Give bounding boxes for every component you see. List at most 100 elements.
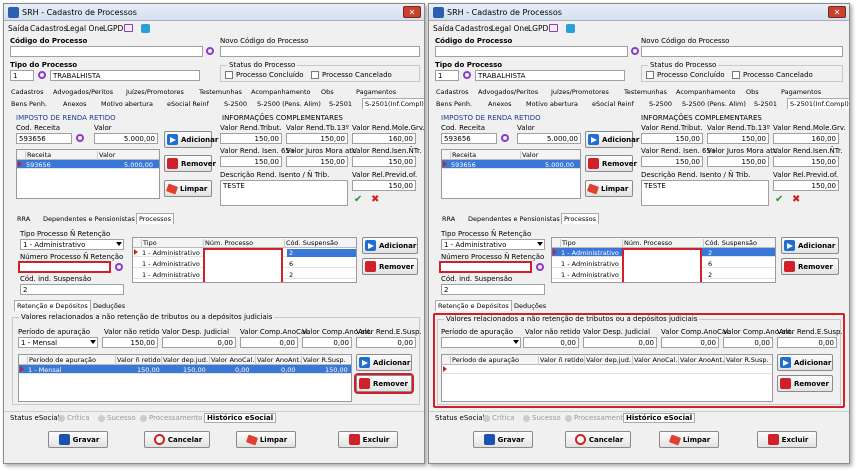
tab-s2500-pens[interactable]: S-2500 (Pens. Alim) xyxy=(254,98,324,109)
novo-codigo-input[interactable] xyxy=(641,46,843,57)
tab-obs[interactable]: Obs xyxy=(318,86,337,97)
tab-rra[interactable]: RRA xyxy=(439,213,458,224)
descricao-input[interactable]: TESTE xyxy=(220,180,348,206)
concluido-checkbox[interactable] xyxy=(225,71,233,79)
chat-icon[interactable] xyxy=(124,24,133,32)
excluir-button[interactable]: Excluir xyxy=(338,431,398,448)
proc-adicionar-button[interactable]: Adicionar xyxy=(781,237,839,254)
rend-isen-input[interactable]: 150,00 xyxy=(641,156,703,167)
tab-advogados[interactable]: Advogados/Peritos xyxy=(475,86,541,97)
tab-esocial-reinf[interactable]: eSocial Reinf xyxy=(164,98,212,109)
cod-receita-input[interactable]: 593656 xyxy=(441,133,497,144)
tab-retencao[interactable]: Retenção e Depósitos xyxy=(14,300,91,311)
tipo-ret-select[interactable]: 1 - Administrativo xyxy=(441,239,545,250)
tab-pagamentos[interactable]: Pagamentos xyxy=(353,86,399,97)
cancelado-checkbox[interactable] xyxy=(311,71,319,79)
tab-s2501-compl[interactable]: S-2501(Inf.Compl) xyxy=(362,98,424,109)
tab-dependentes[interactable]: Dependentes e Pensionistas xyxy=(465,213,563,224)
tab-retencao[interactable]: Retenção e Depósitos xyxy=(435,300,512,311)
menu-saida[interactable]: Saída xyxy=(8,24,29,33)
tab-dependentes[interactable]: Dependentes e Pensionistas xyxy=(40,213,138,224)
retencao-grid[interactable]: Período de apuração Valor ñ retido Valor d… xyxy=(441,354,773,402)
menu-legal-one[interactable]: Legal One xyxy=(66,24,104,33)
periodo-select[interactable] xyxy=(441,337,521,348)
tab-cadastros[interactable]: Cadastros xyxy=(433,86,471,97)
periodo-select[interactable]: 1 - Mensal xyxy=(18,337,98,348)
cancel-icon[interactable]: ✖ xyxy=(371,194,379,205)
menu-lgpd[interactable]: LGPD xyxy=(103,24,123,33)
excluir-button[interactable]: Excluir xyxy=(757,431,817,448)
search-icon[interactable] xyxy=(631,47,639,55)
tab-s2501[interactable]: S-2501 xyxy=(751,98,780,109)
tab-bens[interactable]: Bens Penh. xyxy=(433,98,475,109)
tipo-ret-select[interactable]: 1 - Administrativo xyxy=(20,239,124,250)
rend-susp-input[interactable]: 0,00 xyxy=(777,337,837,348)
ir-limpar-button[interactable]: Limpar xyxy=(164,180,212,197)
tab-motivo[interactable]: Motivo abertura xyxy=(523,98,581,109)
search-icon[interactable] xyxy=(206,47,214,55)
tipo-code-input[interactable]: 1 xyxy=(10,70,34,81)
tab-pagamentos[interactable]: Pagamentos xyxy=(778,86,824,97)
tab-deducoes[interactable]: Deduções xyxy=(90,300,128,311)
nao-retido-input[interactable]: 0,00 xyxy=(523,337,579,348)
ir-grid[interactable]: Receita Valor 593656 5.000,00 xyxy=(16,149,160,199)
tab-motivo[interactable]: Motivo abertura xyxy=(98,98,156,109)
tab-s2501-compl[interactable]: S-2501(Inf.Compl) xyxy=(787,98,849,109)
valor-input[interactable]: 5.000,00 xyxy=(517,133,581,144)
ir-limpar-button[interactable]: Limpar xyxy=(585,180,633,197)
proc-grid[interactable]: Tipo Núm. Processo Cód. Suspensão 1 - Admi… xyxy=(132,237,357,283)
juros-mora-input[interactable]: 150,00 xyxy=(707,156,769,167)
nao-retido-input[interactable]: 150,00 xyxy=(102,337,158,348)
tab-juizes[interactable]: Juízes/Promotores xyxy=(123,86,187,97)
table-row[interactable]: 593656 5.000,00 xyxy=(442,160,580,169)
search-icon[interactable] xyxy=(501,134,509,142)
tab-esocial-reinf[interactable]: eSocial Reinf xyxy=(589,98,637,109)
table-row[interactable]: 1 - Mensal 150,00 150,00 0,00 0,00 150,00 xyxy=(19,365,351,374)
tab-s2500-pens[interactable]: S-2500 (Pens. Alim) xyxy=(679,98,749,109)
ret-remover-button[interactable]: Remover xyxy=(354,373,414,394)
limpar-button[interactable]: Limpar xyxy=(236,431,296,448)
tab-processos[interactable]: Processos xyxy=(561,213,600,224)
historico-tab[interactable]: Histórico eSocial xyxy=(623,413,696,423)
ret-adicionar-button[interactable]: Adicionar xyxy=(777,354,833,371)
rend-13-input[interactable]: 150,00 xyxy=(707,133,769,144)
tab-juizes[interactable]: Juízes/Promotores xyxy=(548,86,612,97)
cancelado-checkbox[interactable] xyxy=(732,71,740,79)
search-icon[interactable] xyxy=(463,71,471,79)
cod-receita-input[interactable]: 593656 xyxy=(16,133,72,144)
valor-input[interactable]: 5.000,00 xyxy=(94,133,158,144)
chat-icon[interactable] xyxy=(549,24,558,32)
gravar-button[interactable]: Gravar xyxy=(473,431,533,448)
proc-remover-button[interactable]: Remover xyxy=(781,258,839,275)
menu-saida[interactable]: Saída xyxy=(433,24,454,33)
close-button[interactable]: ✕ xyxy=(403,6,421,18)
previd-input[interactable]: 150,00 xyxy=(773,180,839,191)
ir-remover-button[interactable]: Remover xyxy=(164,155,216,172)
descricao-input[interactable]: TESTE xyxy=(641,180,769,206)
limpar-button[interactable]: Limpar xyxy=(659,431,719,448)
menu-cadastros[interactable]: Cadastros xyxy=(30,24,67,33)
tab-s2500[interactable]: S-2500 xyxy=(646,98,675,109)
codigo-input[interactable] xyxy=(435,46,628,57)
tab-advogados[interactable]: Advogados/Peritos xyxy=(50,86,116,97)
proc-adicionar-button[interactable]: Adicionar xyxy=(362,237,418,254)
tab-anexos[interactable]: Anexos xyxy=(485,98,514,109)
tab-anexos[interactable]: Anexos xyxy=(60,98,89,109)
rend-13-input[interactable]: 150,00 xyxy=(286,133,348,144)
table-row[interactable]: 593656 5.000,00 xyxy=(17,160,159,169)
gravar-button[interactable]: Gravar xyxy=(48,431,108,448)
tab-cadastros[interactable]: Cadastros xyxy=(8,86,46,97)
rend-tribut-input[interactable]: 150,00 xyxy=(641,133,703,144)
menu-cadastros[interactable]: Cadastros xyxy=(455,24,492,33)
rend-mole-input[interactable]: 160,00 xyxy=(352,133,416,144)
search-icon[interactable] xyxy=(536,263,544,271)
num-proc-input[interactable] xyxy=(439,261,532,273)
tab-testemunhas[interactable]: Testemunhas xyxy=(196,86,245,97)
menu-lgpd[interactable]: LGPD xyxy=(528,24,548,33)
ret-remover-button[interactable]: Remover xyxy=(777,375,833,392)
ir-remover-button[interactable]: Remover xyxy=(585,155,637,172)
num-proc-input[interactable] xyxy=(18,261,111,273)
previd-input[interactable]: 150,00 xyxy=(352,180,416,191)
confirm-icon[interactable]: ✔ xyxy=(775,194,783,205)
tab-rra[interactable]: RRA xyxy=(14,213,33,224)
